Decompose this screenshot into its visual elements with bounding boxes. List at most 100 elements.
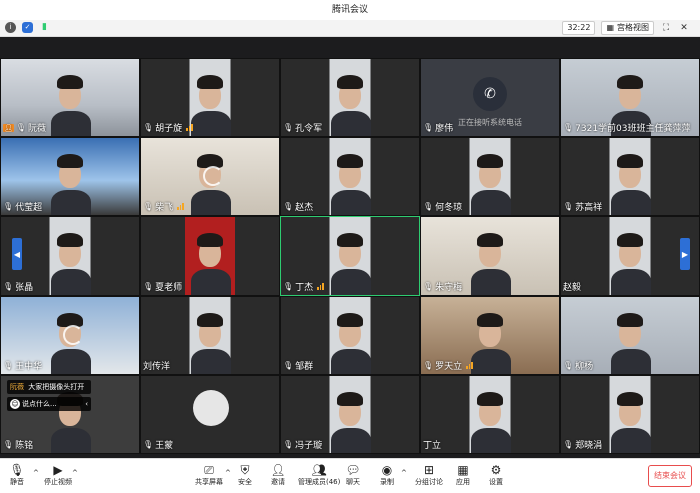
grid-view-button[interactable]: ▦ 宫格视图 xyxy=(601,21,654,35)
share-screen-button[interactable]: ⎚ 共享屏幕 xyxy=(195,463,223,487)
participant-name: 柳杨 xyxy=(575,361,594,372)
microphone-icon: 🎙︎ xyxy=(423,123,434,133)
participant-tile[interactable]: 🎙︎ 邹群 xyxy=(280,295,420,375)
participant-tile[interactable]: 🎙︎ 胡子旋 xyxy=(140,58,280,138)
participant-tile[interactable]: 🎙︎ 丁杰 xyxy=(280,216,420,296)
participant-tile[interactable]: 🎙︎ 夏老师 xyxy=(140,216,280,296)
close-icon[interactable]: ✕ xyxy=(678,22,690,34)
participant-name-tag: 🎙︎ 张晶 xyxy=(3,280,33,293)
participant-video-body xyxy=(471,427,511,453)
participant-tile[interactable]: 🎙︎ 朱守梅 xyxy=(420,216,560,296)
next-page-button[interactable]: ▶ xyxy=(680,238,690,270)
microphone-icon: 🎙︎ xyxy=(143,281,154,291)
security-button[interactable]: ⛨ 安全 xyxy=(238,463,252,487)
participant-name: 王蒙 xyxy=(155,440,174,451)
participant-name: 赵毅 xyxy=(563,282,582,293)
stop-video-button[interactable]: ▶︎ 停止视频 xyxy=(44,463,72,487)
participant-video-body xyxy=(191,348,231,374)
microphone-icon: 🎙︎ xyxy=(143,202,154,212)
microphone-icon: 🎙︎ xyxy=(423,281,434,291)
end-meeting-button[interactable]: 结束会议 xyxy=(648,465,692,487)
participant-name: 刘传洋 xyxy=(143,361,171,372)
manage-members-button[interactable]: 👥︎ 管理成员(46) xyxy=(298,463,340,487)
participant-video-body xyxy=(51,269,91,295)
microphone-icon: 🎙︎ xyxy=(9,463,25,477)
participant-tile[interactable]: 🎙︎ 冯子璇 xyxy=(280,374,420,454)
loading-spinner-icon xyxy=(63,324,83,345)
participant-tile[interactable]: 🎙︎ 赵杰 xyxy=(280,137,420,217)
chat-input-placeholder: 说点什么... xyxy=(22,400,57,408)
participant-name: 朱守梅 xyxy=(435,282,463,293)
participant-video-body xyxy=(331,348,371,374)
shield-icon[interactable]: ✓ xyxy=(22,22,33,33)
participant-video-hair xyxy=(337,154,363,169)
participant-tile[interactable]: 👤︎ 🎙︎ 阮薇 xyxy=(0,58,140,138)
breakout-rooms-button[interactable]: ⊞ 分组讨论 xyxy=(415,463,443,487)
participant-tile[interactable]: 🎙︎ 罗天立 xyxy=(420,295,560,375)
chevron-left-icon[interactable]: ‹ xyxy=(85,400,88,408)
participant-tile[interactable]: 刘传洋 xyxy=(140,295,280,375)
fullscreen-icon[interactable]: ⛶ xyxy=(660,22,672,34)
apps-label: 应用 xyxy=(456,478,470,486)
participant-tile[interactable]: 🎙︎ 王中华 xyxy=(0,295,140,375)
chevron-up-icon[interactable]: ^ xyxy=(72,469,78,477)
participant-tile[interactable]: 🎙︎ 郑晓涓 xyxy=(560,374,700,454)
breakout-label: 分组讨论 xyxy=(415,478,443,486)
participant-tile[interactable]: 🎙︎ 苏高祥 xyxy=(560,137,700,217)
audio-level-icon xyxy=(186,124,193,132)
participant-name: 何冬琼 xyxy=(435,203,463,214)
chat-input[interactable]: ☺ 说点什么... ‹ xyxy=(7,397,91,411)
chevron-up-icon[interactable]: ^ xyxy=(33,469,39,477)
participant-video-body xyxy=(191,190,231,216)
participant-name: 陈铭 xyxy=(15,440,34,451)
participant-tile[interactable]: 🎙︎ 柳杨 xyxy=(560,295,700,375)
participant-tile[interactable]: 🎙︎ 王蒙 xyxy=(140,374,280,454)
participant-tile[interactable]: ✆ 正在接听系统电话 🎙︎ 廖伟 xyxy=(420,58,560,138)
participant-tile[interactable]: 丁立 xyxy=(420,374,560,454)
participant-name-tag: 🎙︎ 王中华 xyxy=(3,359,42,372)
participant-tile[interactable]: 赵毅 xyxy=(560,216,700,296)
info-icon[interactable]: i xyxy=(5,22,16,33)
mute-button[interactable]: 🎙︎ 静音 xyxy=(9,463,25,487)
avatar xyxy=(193,389,229,426)
participant-name-tag: 丁立 xyxy=(423,438,441,451)
participant-tile[interactable]: 🎙︎ 孔令军 xyxy=(280,58,420,138)
chat-sender: 阮薇 xyxy=(10,383,24,391)
prev-page-button[interactable]: ◀ xyxy=(12,238,22,270)
apps-button[interactable]: ▦ 应用 xyxy=(456,463,470,487)
microphone-icon: 🎙︎ xyxy=(563,123,574,133)
emoji-icon[interactable]: ☺ xyxy=(10,399,20,409)
participant-name-tag: 👤︎ 🎙︎ 阮薇 xyxy=(3,121,46,134)
participant-name: 赵杰 xyxy=(295,203,314,214)
chat-button[interactable]: 💬︎ 聊天 xyxy=(345,463,360,487)
participant-tile[interactable]: 🎙︎ 代莹超 xyxy=(0,137,140,217)
microphone-icon: 🎙︎ xyxy=(283,202,294,212)
chevron-up-icon[interactable]: ^ xyxy=(401,469,407,477)
participant-name-tag: 🎙︎ 冯子璇 xyxy=(283,438,322,451)
participant-video-body xyxy=(51,111,91,137)
participant-tile[interactable]: 🎙︎ 柴飞 xyxy=(140,137,280,217)
participant-tile[interactable]: 🎙︎ 7321学前03班班主任龚萍萍 xyxy=(560,58,700,138)
chevron-up-icon[interactable]: ^ xyxy=(225,469,231,477)
video-camera-icon: ▶︎ xyxy=(53,463,63,477)
chevron-left-icon: ◀ xyxy=(13,249,21,259)
participant-video-body xyxy=(611,190,651,216)
participant-video-hair xyxy=(337,312,363,327)
settings-button[interactable]: ⚙ 设置 xyxy=(489,463,503,487)
participant-name-tag: 🎙︎ 代莹超 xyxy=(3,200,42,213)
microphone-icon: 🎙︎ xyxy=(283,439,294,449)
signal-strength-icon[interactable]: ▮ xyxy=(39,22,50,33)
record-button[interactable]: ◉ 录制 xyxy=(380,463,394,487)
participant-tile[interactable]: 🎙︎ 何冬琼 xyxy=(420,137,560,217)
participant-name: 廖伟 xyxy=(435,124,454,135)
audio-level-icon xyxy=(466,361,473,369)
grid-view-label: 宫格视图 xyxy=(617,23,649,32)
participant-name-tag: 🎙︎ 7321学前03班班主任龚萍萍 xyxy=(563,121,691,134)
participant-name: 胡子旋 xyxy=(155,124,183,135)
invite-button[interactable]: 👤︎ 邀请 xyxy=(270,463,285,487)
participant-video-body xyxy=(331,190,371,216)
shield-icon: ⛨ xyxy=(240,462,250,477)
share-screen-icon: ⎚ xyxy=(204,462,214,477)
meeting-info-bar: i ✓ ▮ 32:22 ▦ 宫格视图 ⛶ ✕ xyxy=(0,20,700,37)
participant-name: 丁杰 xyxy=(295,282,314,293)
